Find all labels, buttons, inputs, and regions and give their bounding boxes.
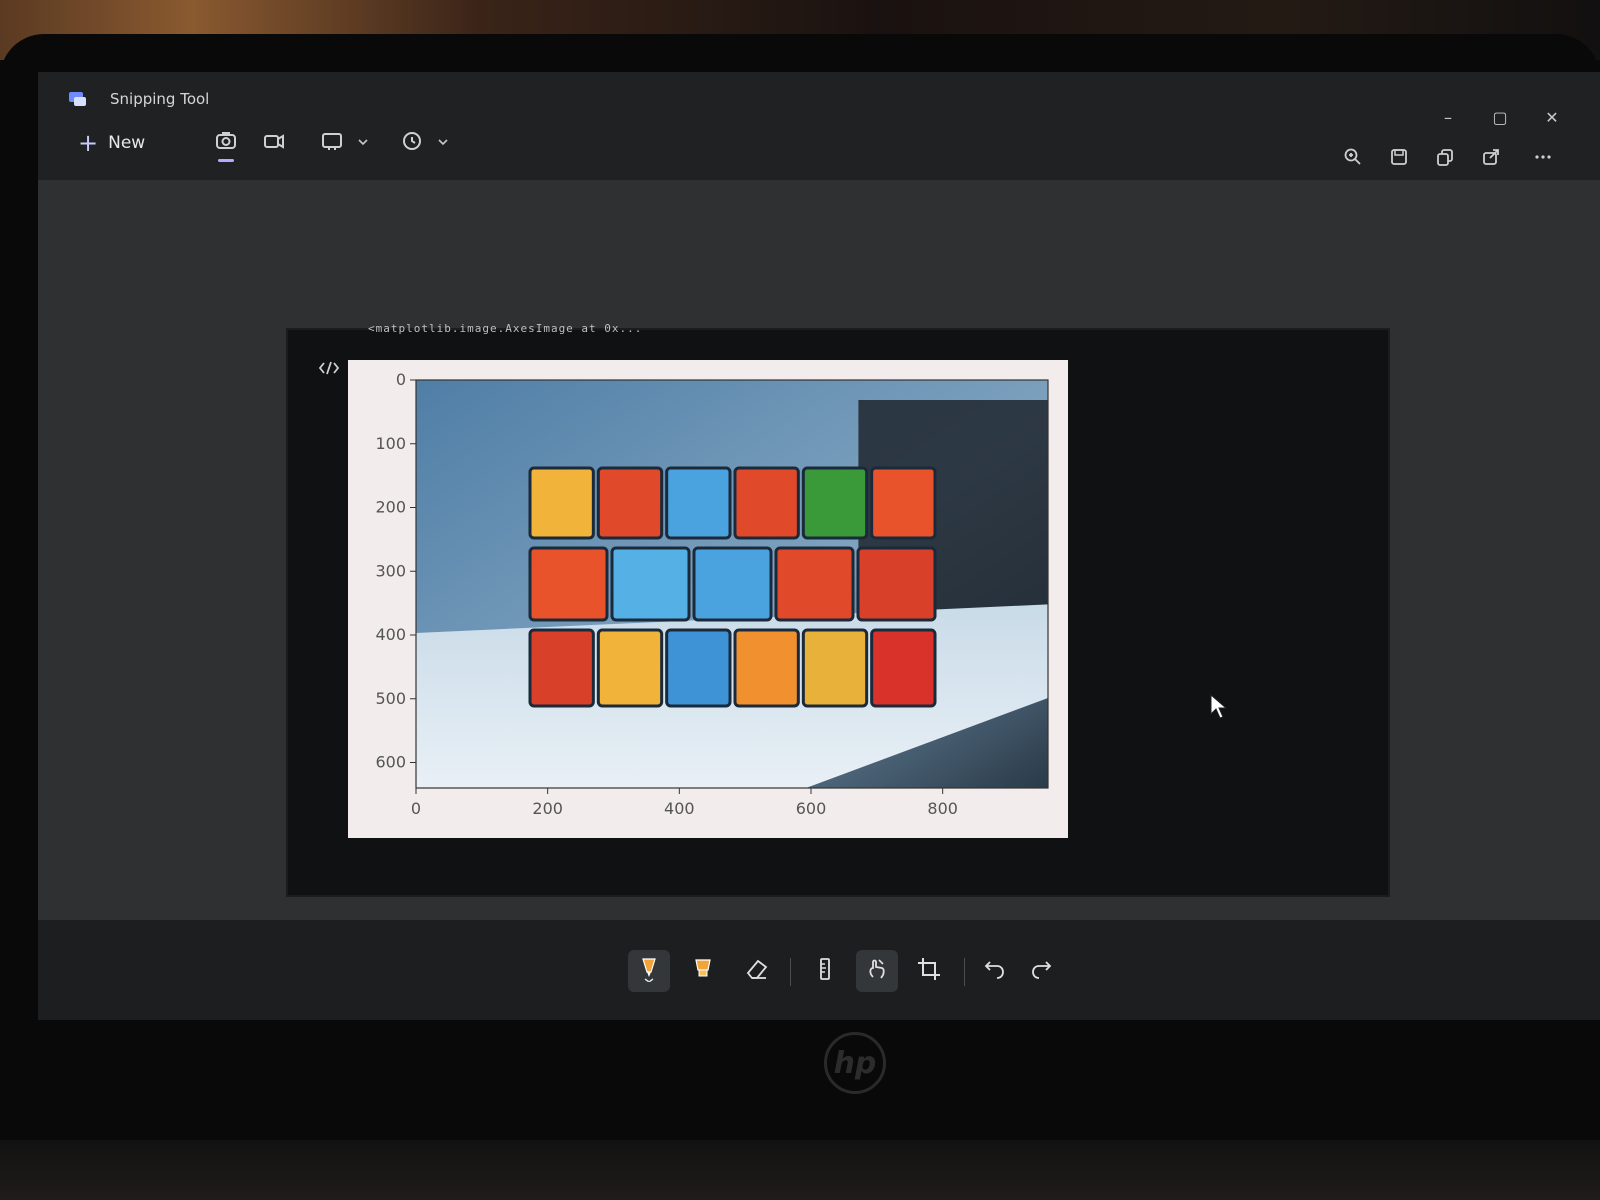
cube-tile (528, 546, 609, 622)
highlighter-button[interactable] (682, 950, 724, 992)
y-tick-label: 400 (375, 625, 406, 644)
cube-tile (801, 628, 869, 708)
eraser-button[interactable] (736, 950, 778, 992)
cube-tile (870, 466, 937, 540)
copy-icon (1435, 147, 1455, 171)
title-bar: Snipping Tool – ▢ ✕ + New (38, 72, 1600, 180)
more-icon (1533, 147, 1553, 171)
rectangle-mode-icon (320, 129, 344, 157)
more-options-button[interactable] (1530, 146, 1556, 172)
cube-tile (733, 466, 800, 540)
timer-icon (400, 129, 424, 157)
minimize-button[interactable]: – (1438, 108, 1458, 128)
matplotlib-figure: 0 200 400 600 800 0 100 200 300 400 500 600 (348, 360, 1068, 838)
touch-writing-icon (864, 956, 890, 986)
y-tick-label: 600 (375, 753, 406, 772)
save-button[interactable] (1386, 146, 1412, 172)
captured-snip[interactable]: <matplotlib.image.AxesImage at 0x... 0 2… (288, 322, 1388, 895)
new-snip-button[interactable]: + New (78, 128, 145, 158)
rubiks-cube-image (416, 380, 1048, 788)
zoom-button[interactable] (1340, 146, 1366, 172)
cube-tile (528, 466, 595, 540)
eraser-icon (744, 956, 770, 986)
chevron-down-icon[interactable] (356, 134, 370, 148)
record-mode-button[interactable] (258, 126, 290, 160)
markup-toolbar (38, 920, 1600, 1020)
x-tick-label: 200 (532, 799, 563, 818)
toolbar-divider (790, 958, 791, 986)
snip-mode-button[interactable] (210, 126, 242, 162)
save-icon (1389, 147, 1409, 171)
camera-icon (214, 129, 238, 157)
ruler-button[interactable] (804, 950, 846, 992)
y-tick-label: 0 (396, 370, 406, 389)
cutoff-output-text: <matplotlib.image.AxesImage at 0x... (368, 322, 643, 335)
cube-tile (528, 628, 595, 708)
undo-button[interactable] (974, 950, 1016, 992)
cube-tile (801, 466, 869, 540)
copy-button[interactable] (1432, 146, 1458, 172)
x-tick-label: 600 (796, 799, 827, 818)
cube-tile (692, 546, 773, 622)
toolbar-divider (964, 958, 965, 986)
x-tick-label: 400 (664, 799, 695, 818)
snip-canvas-area: <matplotlib.image.AxesImage at 0x... 0 2… (38, 180, 1600, 920)
share-icon (1481, 147, 1501, 171)
cube-tile (596, 628, 664, 708)
crop-icon (916, 956, 942, 986)
cube-tile (665, 628, 732, 708)
new-button-label: New (108, 133, 146, 153)
cube-tile (870, 628, 937, 708)
snip-shape-button[interactable] (316, 126, 348, 160)
ballpoint-pen-icon (636, 956, 662, 986)
video-icon (262, 129, 286, 157)
cube-tile (610, 546, 691, 622)
y-tick-label: 100 (375, 434, 406, 453)
cube-tile (665, 466, 732, 540)
ruler-icon (812, 956, 838, 986)
plus-icon: + (78, 129, 99, 157)
laptop-screen: Snipping Tool – ▢ ✕ + New <matplotlib.im… (38, 72, 1600, 1020)
redo-icon (1028, 956, 1054, 986)
cube-tile (774, 546, 855, 622)
mouse-cursor (1210, 693, 1228, 720)
redo-button[interactable] (1020, 950, 1062, 992)
highlighter-icon (690, 956, 716, 986)
app-title: Snipping Tool (110, 90, 210, 108)
hp-logo: hp (824, 1032, 886, 1094)
y-tick-label: 200 (375, 498, 406, 517)
zoom-icon (1343, 147, 1363, 171)
undo-icon (982, 956, 1008, 986)
chevron-down-icon[interactable] (436, 134, 450, 148)
ballpoint-pen-button[interactable] (628, 950, 670, 992)
x-tick-label: 800 (927, 799, 958, 818)
snipping-tool-icon (68, 90, 88, 108)
close-button[interactable]: ✕ (1542, 108, 1562, 128)
touch-writing-button[interactable] (856, 950, 898, 992)
cube-tile (856, 546, 937, 622)
y-tick-label: 500 (375, 689, 406, 708)
crop-button[interactable] (908, 950, 950, 992)
y-tick-label: 300 (375, 561, 406, 580)
share-button[interactable] (1478, 146, 1504, 172)
x-tick-label: 0 (411, 799, 421, 818)
image-plot: 0 200 400 600 800 0 100 200 300 400 500 600 (375, 370, 1049, 818)
laptop-hinge (0, 1140, 1600, 1200)
cube-tile (733, 628, 800, 708)
output-cell-icon (318, 360, 340, 376)
maximize-button[interactable]: ▢ (1490, 108, 1510, 128)
timer-button[interactable] (396, 126, 428, 160)
cube-tile (596, 466, 664, 540)
